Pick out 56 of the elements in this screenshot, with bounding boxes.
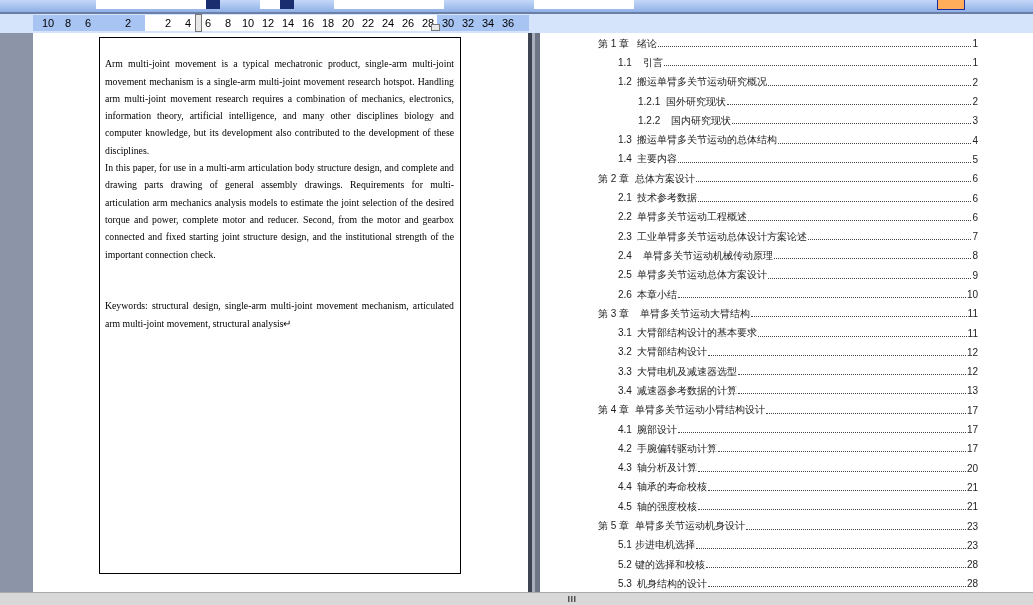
toc-entry[interactable]: 第 2 章 总体方案设计 6 xyxy=(598,169,978,189)
toc-entry[interactable]: 2.1 技术参考数据 6 xyxy=(598,188,978,208)
ruler-number: 22 xyxy=(360,16,376,30)
ruler-number: 2 xyxy=(163,16,173,30)
paragraph: Keywords: structural design, single-arm multi-joint movement mechanism, articulated arm multi-joint movement, structural analysis↵ xyxy=(105,299,454,331)
ruler-number: 32 xyxy=(460,16,476,30)
toc-entry[interactable]: 第 1 章 绪论 1 xyxy=(598,34,978,54)
toc-entry[interactable]: 3.4 减速器参考数据的计算 13 xyxy=(598,381,978,401)
toc-entry[interactable]: 3.2 大臂部结构设计 12 xyxy=(598,342,978,363)
toc-entry[interactable]: 5.2 键的选择和校核 28 xyxy=(598,555,978,575)
toc-entry[interactable]: 第 4 章 单臂多关节运动小臂结构设计 17 xyxy=(598,400,978,420)
toc-entry[interactable]: 1.2 搬运单臂多关节运动研究概况 2 xyxy=(598,72,978,92)
ruler-number: 24 xyxy=(380,16,396,30)
toc-entry[interactable]: 3.1 大臂部结构设计的基本要求 11 xyxy=(598,323,978,343)
ruler-number: 14 xyxy=(280,16,296,30)
ruler-number: 8 xyxy=(223,16,233,30)
ruler-number: 10 xyxy=(240,16,256,30)
ruler-number: 16 xyxy=(300,16,316,30)
toc-entry[interactable]: 1.2.2 国内研究现状 3 xyxy=(598,111,978,131)
ruler-number: 26 xyxy=(400,16,416,30)
toc-entry[interactable]: 第 3 章 单臂多关节运动大臂结构 11 xyxy=(598,304,978,324)
indent-marker[interactable] xyxy=(195,14,202,32)
ruler-number: 12 xyxy=(260,16,276,30)
ruler-number: 4 xyxy=(183,16,193,30)
toc-entry[interactable]: 1.1 引言 1 xyxy=(598,53,978,73)
toc-entry[interactable]: 4.4 轴承的寿命校核 21 xyxy=(598,477,978,498)
grip-icon[interactable] xyxy=(567,595,576,603)
paragraph: In this paper, for use in a multi-arm articulation body structure design, and complete and drawing parts drawing of general assembly drawings. Requirements for multi-articulation arm mechanics analysis models to estimate the joint selection of the desired torque and power, complete motor and reducer. Second, from the motor and gearbox connected and fixed starting joint structure design, and the institutional strength of the important connection check. xyxy=(105,161,454,262)
toc-entry[interactable]: 3.3 大臂电机及减速器选型 12 xyxy=(598,362,978,382)
toc-entry[interactable]: 1.3 搬运单臂多关节运动的总体结构 4 xyxy=(598,130,978,150)
toc-entry[interactable]: 4.5 轴的强度校核 21 xyxy=(598,497,978,517)
ruler-number: 6 xyxy=(83,16,93,30)
toc-entry[interactable]: 4.2 手腕偏转驱动计算 17 xyxy=(598,439,978,459)
toc-entry[interactable]: 1.2.1 国外研究现状 2 xyxy=(598,91,978,112)
toc-entry[interactable]: 5.1 步进电机选择 23 xyxy=(598,535,978,555)
toc-entry[interactable]: 4.1 腕部设计 17 xyxy=(598,419,978,440)
ruler-number: 2 xyxy=(123,16,133,30)
toolbar-button[interactable] xyxy=(937,0,965,10)
ruler-number: 30 xyxy=(440,16,456,30)
toc-entry[interactable]: 2.2 单臂多关节运动工程概述 6 xyxy=(598,207,978,227)
toc-entry[interactable]: 5.3 机身结构的设计 28 xyxy=(598,574,978,592)
toc-entry[interactable]: 第 5 章 单臂多关节运动机身设计 23 xyxy=(598,516,978,536)
toc-entry[interactable]: 2.4 单臂多关节运动机械传动原理 8 xyxy=(598,246,978,266)
toc-entry[interactable]: 2.3 工业单臂多关节运动总体设计方案论述 7 xyxy=(598,226,978,247)
toc-entry[interactable]: 2.5 单臂多关节运动总体方案设计 9 xyxy=(598,265,978,285)
toc-entry[interactable]: 1.4 主要内容 5 xyxy=(598,149,978,170)
toc-entry[interactable]: 4.3 轴分析及计算 20 xyxy=(598,458,978,478)
ruler-number: 10 xyxy=(40,16,56,30)
toc-entry[interactable]: 2.6 本章小结 10 xyxy=(598,284,978,305)
ruler-number: 6 xyxy=(203,16,213,30)
ruler-number: 36 xyxy=(500,16,516,30)
ruler-number: 20 xyxy=(340,16,356,30)
paragraph: Arm multi-joint movement is a typical mechatronic product, single-arm multi-joint movement mechanism is a single-arm multi-joint movement research hotspot. Handling arm multi-joint movement research requires a combination of mechanics, electronics, information theory, artificial intelligence, and many other disciplines biology and computer knowledge, but its development also contributed to the development of these disciplines. xyxy=(105,57,454,158)
ruler-number: 34 xyxy=(480,16,496,30)
ruler-number: 18 xyxy=(320,16,336,30)
ruler-number: 8 xyxy=(63,16,73,30)
